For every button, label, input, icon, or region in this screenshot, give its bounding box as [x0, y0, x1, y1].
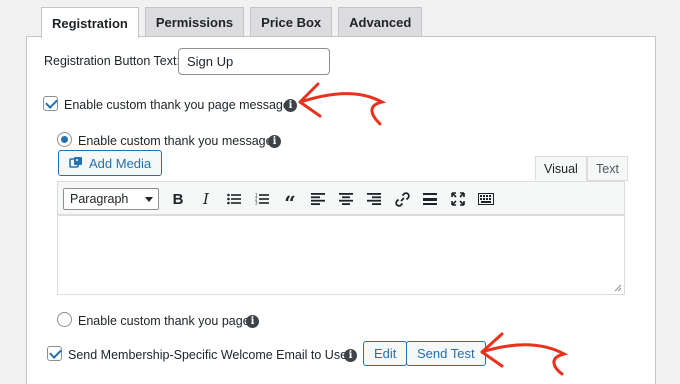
format-select[interactable]: Paragraph: [63, 188, 159, 210]
page-background-right: [656, 0, 680, 384]
svg-text:3: 3: [255, 201, 258, 206]
welcome-email-checkbox[interactable]: [47, 346, 62, 361]
format-select-value: Paragraph: [70, 192, 129, 206]
annotation-arrow-icon: [298, 82, 387, 126]
italic-icon[interactable]: I: [194, 187, 218, 211]
link-icon[interactable]: [390, 187, 414, 211]
numbered-list-icon[interactable]: 123: [250, 187, 274, 211]
align-right-icon[interactable]: [362, 187, 386, 211]
send-test-button[interactable]: Send Test: [406, 341, 486, 366]
blockquote-icon[interactable]: “: [278, 187, 302, 213]
enable-thank-you-message-checkbox[interactable]: [43, 96, 58, 111]
resize-handle-icon[interactable]: [614, 284, 622, 292]
align-center-icon[interactable]: [334, 187, 358, 211]
welcome-email-label: Send Membership-Specific Welcome Email t…: [68, 348, 352, 362]
tab-registration[interactable]: Registration: [41, 7, 139, 38]
tab-price-box[interactable]: Price Box: [250, 7, 333, 37]
thank-you-message-radio[interactable]: [57, 132, 72, 147]
registration-button-text-input[interactable]: [178, 48, 330, 75]
thank-you-page-option-label: Enable custom thank you page: [78, 314, 250, 328]
editor-tab-visual[interactable]: Visual: [535, 156, 587, 181]
editor-tab-text[interactable]: Text: [587, 156, 628, 181]
tab-permissions[interactable]: Permissions: [144, 7, 245, 37]
edit-button[interactable]: Edit: [363, 341, 408, 366]
registration-button-text-label: Registration Button Text:: [44, 54, 180, 68]
enable-thank-you-message-label: Enable custom thank you page message: [64, 98, 290, 112]
bullet-list-icon[interactable]: [222, 187, 246, 211]
info-icon[interactable]: i: [344, 349, 357, 362]
editor-toolbar: Paragraph B I 123 “: [57, 181, 625, 215]
tab-advanced[interactable]: Advanced: [338, 7, 423, 37]
fullscreen-icon[interactable]: [446, 187, 470, 211]
add-media-button[interactable]: Add Media: [58, 150, 163, 176]
chevron-down-icon: [145, 197, 153, 202]
tab-bar: Registration Permissions Price Box Advan…: [41, 7, 423, 38]
bold-icon[interactable]: B: [166, 187, 190, 211]
thank-you-message-option-label: Enable custom thank you message: [78, 134, 273, 148]
horizontal-rule-icon[interactable]: [418, 187, 442, 211]
add-media-label: Add Media: [89, 155, 152, 171]
annotation-arrow-icon: [480, 332, 569, 376]
align-left-icon[interactable]: [306, 187, 330, 211]
editor-content-area[interactable]: [57, 215, 625, 295]
thank-you-page-radio[interactable]: [57, 312, 72, 327]
info-icon[interactable]: i: [268, 135, 281, 148]
media-icon: [69, 157, 82, 168]
toolbar-toggle-icon[interactable]: [474, 187, 498, 211]
info-icon[interactable]: i: [246, 315, 259, 328]
